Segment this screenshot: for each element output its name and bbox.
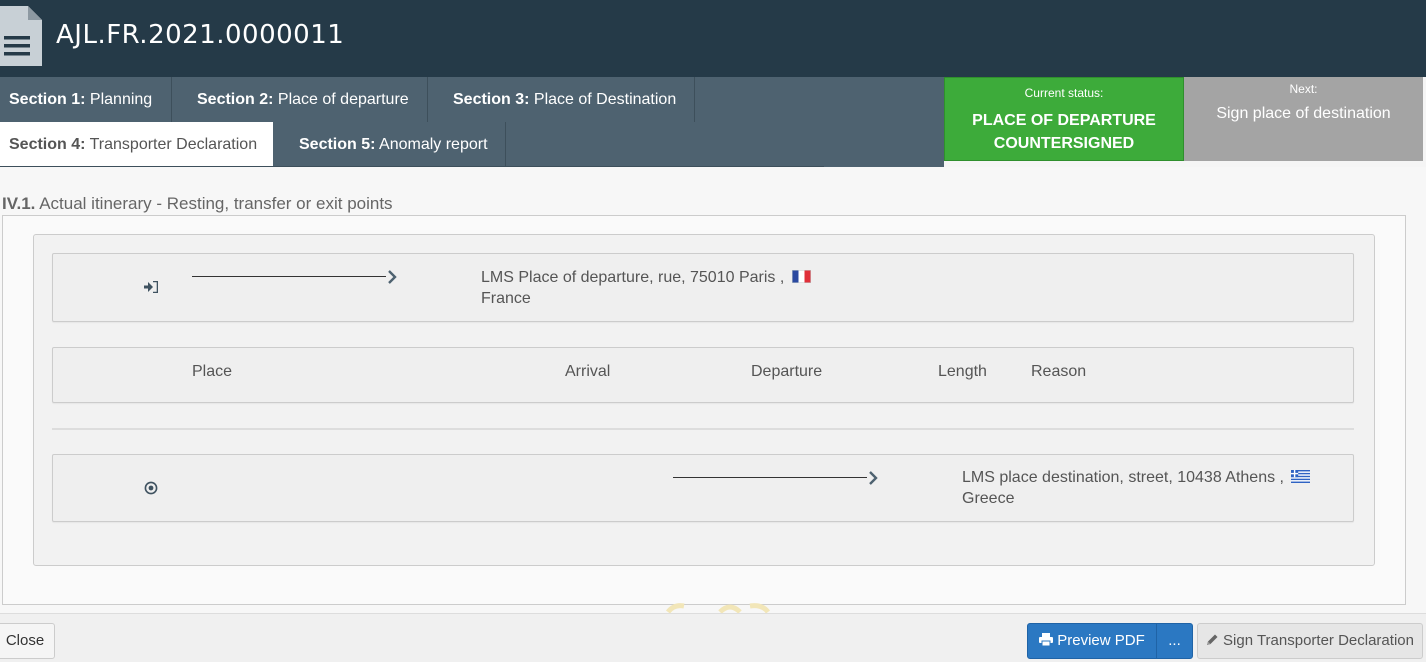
- destination-row: LMS place destination, street, 10438 Ath…: [52, 454, 1354, 522]
- tab-section-3[interactable]: Section 3: Place of Destination: [428, 77, 695, 122]
- print-icon: [1039, 633, 1054, 647]
- divider: [52, 428, 1354, 430]
- current-status-badge: Current status: PLACE OF DEPARTURE COUNT…: [944, 77, 1184, 161]
- main-content: IV.1. Actual itinerary - Resting, transf…: [0, 167, 1426, 613]
- page-title: AJL.FR.2021.0000011: [56, 20, 345, 50]
- tab-label: Anomaly report: [375, 136, 488, 153]
- status-value-line1: PLACE OF DEPARTURE: [972, 112, 1156, 129]
- greece-flag-icon: [1291, 470, 1311, 483]
- column-arrival: Arrival: [565, 363, 611, 380]
- document-icon: [0, 6, 42, 66]
- column-departure: Departure: [751, 363, 823, 380]
- section-tabs: Section 1: Planning Section 2: Place of …: [0, 77, 944, 167]
- itinerary-panel: LMS Place of departure, rue, 75010 Paris…: [2, 215, 1406, 605]
- tab-section-2[interactable]: Section 2: Place of departure: [172, 77, 428, 122]
- pencil-icon: [1207, 634, 1218, 645]
- destination-address-line2: Greece: [962, 490, 1015, 507]
- departure-address-line2: France: [481, 290, 531, 307]
- tab-label: Place of Destination: [529, 91, 677, 108]
- tab-label: Planning: [85, 91, 153, 108]
- next-value: Sign place of destination: [1216, 105, 1391, 122]
- column-reason: Reason: [1031, 363, 1087, 380]
- close-button[interactable]: Close: [0, 623, 55, 659]
- status-label: Current status:: [1024, 86, 1104, 100]
- sign-in-icon: [144, 281, 158, 293]
- preview-pdf-label: Preview PDF: [1057, 632, 1145, 649]
- footer-bar: Close Preview PDF ... Sign Transporter D…: [0, 613, 1426, 662]
- section-title-text: Actual itinerary - Resting, transfer or …: [35, 194, 393, 213]
- departure-row: LMS Place of departure, rue, 75010 Paris…: [52, 253, 1354, 322]
- preview-pdf-button[interactable]: Preview PDF: [1027, 623, 1157, 659]
- tab-label: Transporter Declaration: [85, 136, 258, 153]
- route-arrow: [192, 270, 402, 284]
- column-length: Length: [938, 363, 987, 380]
- tab-number: Section 1:: [9, 91, 86, 108]
- tab-section-5[interactable]: Section 5: Anomaly report: [273, 122, 506, 167]
- france-flag-icon: [791, 270, 811, 283]
- tab-number: Section 4:: [9, 136, 86, 153]
- section-title: IV.1. Actual itinerary - Resting, transf…: [2, 194, 393, 214]
- destination-address: LMS place destination, street, 10438 Ath…: [962, 467, 1311, 509]
- departure-address: LMS Place of departure, rue, 75010 Paris…: [481, 267, 811, 309]
- more-options-button[interactable]: ...: [1156, 623, 1193, 659]
- column-place: Place: [192, 363, 233, 380]
- route-arrow: [673, 471, 883, 485]
- sign-transporter-declaration-button[interactable]: Sign Transporter Declaration: [1197, 623, 1423, 659]
- tab-number: Section 5:: [299, 136, 376, 153]
- next-label: Next:: [1289, 82, 1318, 96]
- status-value-line2: COUNTERSIGNED: [993, 135, 1135, 152]
- sign-transporter-declaration-label: Sign Transporter Declaration: [1223, 632, 1414, 649]
- section-number: IV.1.: [2, 194, 36, 213]
- rest-points-header: Place Arrival Departure Length Reason: [52, 347, 1354, 403]
- target-icon: [144, 481, 158, 495]
- tab-number: Section 3:: [453, 91, 530, 108]
- tab-label: Place of departure: [273, 91, 409, 108]
- tab-number: Section 2:: [197, 91, 274, 108]
- watermark-logo: [666, 603, 770, 614]
- itinerary-inner-panel: LMS Place of departure, rue, 75010 Paris…: [33, 234, 1375, 566]
- next-status-badge: Next: Sign place of destination: [1184, 77, 1423, 161]
- destination-address-line1: LMS place destination, street, 10438 Ath…: [962, 469, 1284, 486]
- departure-address-line1: LMS Place of departure, rue, 75010 Paris…: [481, 269, 785, 286]
- tab-section-1[interactable]: Section 1: Planning: [0, 77, 172, 122]
- app-header: AJL.FR.2021.0000011: [0, 0, 1426, 77]
- tab-section-4[interactable]: Section 4: Transporter Declaration: [0, 122, 273, 167]
